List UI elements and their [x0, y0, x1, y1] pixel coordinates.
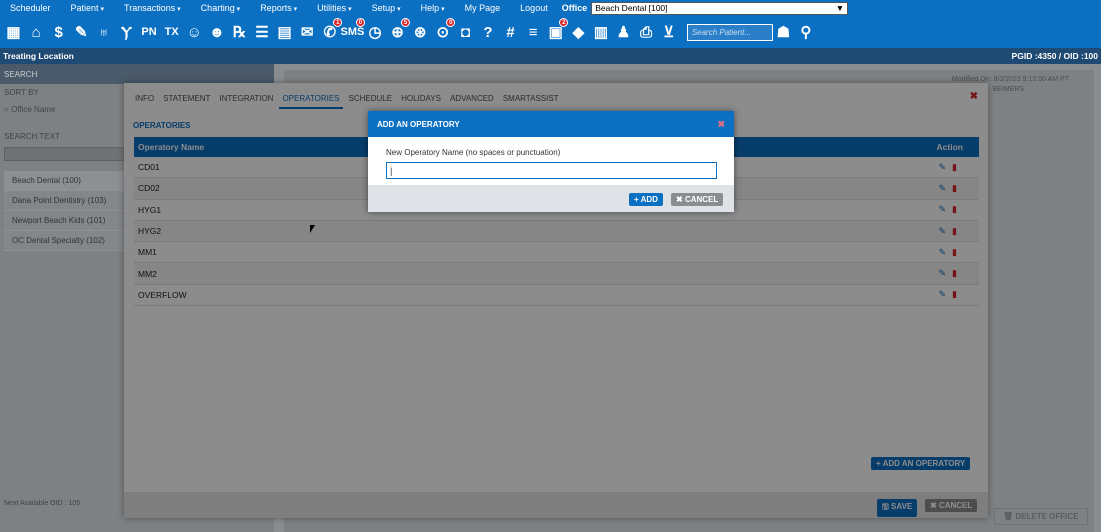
- dialog-title: ADD AN OPERATORY: [377, 119, 460, 129]
- tooth-number-icon[interactable]: #: [500, 21, 521, 43]
- menu-utilities[interactable]: Utilities: [307, 3, 361, 13]
- add-operatory-dialog: ADD AN OPERATORY ✖ New Operatory Name (n…: [368, 111, 734, 212]
- location-bar: Treating Location PGID :4350 / OID :100: [0, 48, 1101, 64]
- globe-person-icon[interactable]: ⊛: [410, 21, 431, 43]
- location-title: Treating Location: [3, 51, 74, 61]
- menu-transactions[interactable]: Transactions: [114, 3, 191, 13]
- car-icon[interactable]: ◆: [568, 21, 589, 43]
- delete-office-button[interactable]: 🗑 DELETE OFFICE: [994, 508, 1088, 525]
- menu-my-page[interactable]: My Page: [455, 3, 511, 13]
- menu-logout[interactable]: Logout: [510, 3, 558, 13]
- chat-icon[interactable]: ✆ 1: [319, 18, 343, 43]
- printer-icon[interactable]: ⎙: [636, 21, 657, 43]
- menu-setup[interactable]: Setup: [362, 3, 411, 13]
- office-select-value: Beach Dental [100]: [595, 3, 668, 13]
- menu-patient[interactable]: Patient: [61, 3, 115, 13]
- patient-add-icon[interactable]: ☺: [184, 21, 205, 43]
- sms-icon[interactable]: SMS 0: [340, 18, 365, 43]
- office-label: Office: [561, 3, 588, 13]
- mouse-cursor-icon: [310, 225, 318, 233]
- modified-on: Modified On: 8/3/2023 9:12:00 AM PT: [951, 76, 1069, 83]
- location-ids: PGID :4350 / OID :100: [1011, 51, 1098, 61]
- tooth-icon[interactable]: ♅: [93, 21, 114, 43]
- menu-help[interactable]: Help: [411, 3, 455, 13]
- clock-icon[interactable]: ◷: [365, 21, 386, 43]
- list-icon[interactable]: ≡: [523, 21, 544, 43]
- envelope-icon[interactable]: ✉: [297, 21, 318, 43]
- search-patient-input[interactable]: Search Patient...: [686, 23, 773, 41]
- chevron-down-icon: ▼: [835, 3, 845, 13]
- operatory-name-label: New Operatory Name (no spaces or punctua…: [386, 148, 561, 157]
- advanced-search-icon[interactable]: ⚲: [795, 21, 816, 43]
- patient-search-icon[interactable]: ☗: [773, 21, 794, 43]
- newsletter-icon[interactable]: ▥: [590, 21, 611, 43]
- text-caret: |: [390, 165, 393, 176]
- calendar-icon[interactable]: ▦: [3, 21, 24, 43]
- doc-icon[interactable]: ▣ 2: [545, 18, 569, 43]
- next-oid: Next Available OID : 105: [4, 500, 81, 507]
- operatory-name-input[interactable]: |: [386, 162, 717, 179]
- delete-office-label: DELETE OFFICE: [1015, 512, 1079, 521]
- inbox-icon[interactable]: ⊻: [658, 21, 679, 43]
- modified-by: BEIMERS: [992, 86, 1024, 93]
- icon-toolbar: ▦ ⌂ $ ✎ ♅ Ⲩ PN TX ☺ ☻ ℞ ☰ ▤ ✉ ✆ 1 SMS 0 ◷ …: [0, 16, 1101, 48]
- dialog-footer: + ADD ✖ CANCEL: [368, 185, 734, 212]
- menu-charting[interactable]: Charting: [191, 3, 251, 13]
- notes-icon[interactable]: ☰: [252, 21, 273, 43]
- home-icon[interactable]: ⌂: [26, 21, 47, 43]
- dialog-cancel-label: CANCEL: [684, 195, 719, 204]
- person-icon[interactable]: ⊙ 0: [432, 18, 456, 43]
- rx-icon[interactable]: ℞: [229, 21, 250, 43]
- search-header: SEARCH: [0, 64, 274, 84]
- patients-add-icon[interactable]: ☻: [206, 21, 227, 43]
- close-icon[interactable]: ✖: [717, 119, 725, 130]
- sort-option-label: Office Name: [11, 105, 56, 114]
- group-icon[interactable]: ♟: [613, 21, 634, 43]
- dialog-cancel-button[interactable]: ✖ CANCEL: [671, 193, 724, 206]
- dialog-header: ADD AN OPERATORY ✖: [368, 111, 734, 137]
- menu-reports[interactable]: Reports: [250, 3, 307, 13]
- dollar-icon[interactable]: $: [48, 21, 69, 43]
- tooth-question-icon[interactable]: ?: [477, 21, 498, 43]
- globe-icon[interactable]: ⊕ 5: [387, 18, 411, 43]
- tooth-small-icon[interactable]: ◘: [455, 21, 476, 43]
- pn-icon[interactable]: PN: [139, 21, 160, 43]
- print-icon[interactable]: ▤: [274, 21, 295, 43]
- tx-icon[interactable]: TX: [161, 21, 182, 43]
- menu-scheduler[interactable]: Scheduler: [0, 3, 61, 13]
- tooth-root-icon[interactable]: Ⲩ: [116, 21, 137, 43]
- office-select[interactable]: Beach Dental [100] ▼: [591, 1, 849, 15]
- top-menubar: Scheduler Patient Transactions Charting …: [0, 0, 1101, 16]
- add-button[interactable]: + ADD: [629, 193, 663, 206]
- pencil-tooth-icon[interactable]: ✎: [71, 21, 92, 43]
